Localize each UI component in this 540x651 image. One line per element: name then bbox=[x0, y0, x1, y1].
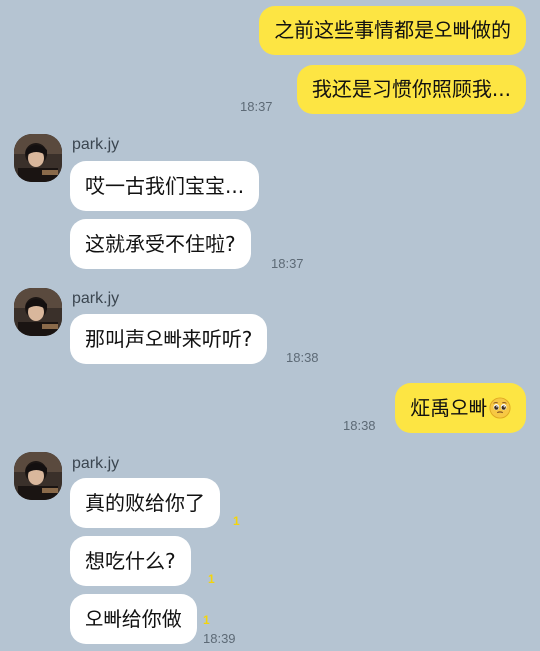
chat-view[interactable]: 之前这些事情都是오빠做的 我还是习惯你照顾我... 18:37 park.jy … bbox=[0, 0, 540, 651]
avatar[interactable] bbox=[14, 134, 62, 182]
avatar-photo-icon bbox=[14, 452, 62, 500]
message-timestamp: 18:39 bbox=[203, 631, 236, 646]
outgoing-message[interactable]: 炡禹오빠 bbox=[395, 383, 526, 433]
message-timestamp: 18:38 bbox=[343, 418, 376, 433]
incoming-message[interactable]: 오빠给你做 bbox=[70, 594, 197, 644]
sender-name: park.jy bbox=[72, 136, 120, 153]
message-timestamp: 18:37 bbox=[271, 256, 304, 271]
message-text: 炡禹오빠 bbox=[410, 396, 487, 420]
outgoing-message[interactable]: 之前这些事情都是오빠做的 bbox=[259, 6, 526, 55]
pleading-face-icon bbox=[489, 397, 511, 419]
unread-count: 1 bbox=[233, 514, 240, 528]
incoming-message[interactable]: 那叫声오빠来听听? bbox=[70, 314, 268, 364]
avatar[interactable] bbox=[14, 288, 62, 336]
message-timestamp: 18:37 bbox=[240, 99, 273, 114]
avatar-photo-icon bbox=[14, 134, 62, 182]
incoming-message[interactable]: 这就承受不住啦? bbox=[70, 219, 251, 269]
avatar-photo-icon bbox=[14, 288, 62, 336]
outgoing-message[interactable]: 我还是习惯你照顾我... bbox=[296, 65, 526, 114]
unread-count: 1 bbox=[203, 613, 210, 627]
message-timestamp: 18:38 bbox=[286, 350, 319, 365]
avatar[interactable] bbox=[14, 452, 62, 500]
incoming-message[interactable]: 哎一古我们宝宝... bbox=[70, 161, 260, 211]
incoming-message[interactable]: 想吃什么? bbox=[70, 536, 191, 586]
incoming-message[interactable]: 真的败给你了 bbox=[70, 478, 220, 528]
sender-name: park.jy bbox=[72, 290, 120, 307]
sender-name: park.jy bbox=[72, 455, 120, 472]
unread-count: 1 bbox=[208, 572, 215, 586]
